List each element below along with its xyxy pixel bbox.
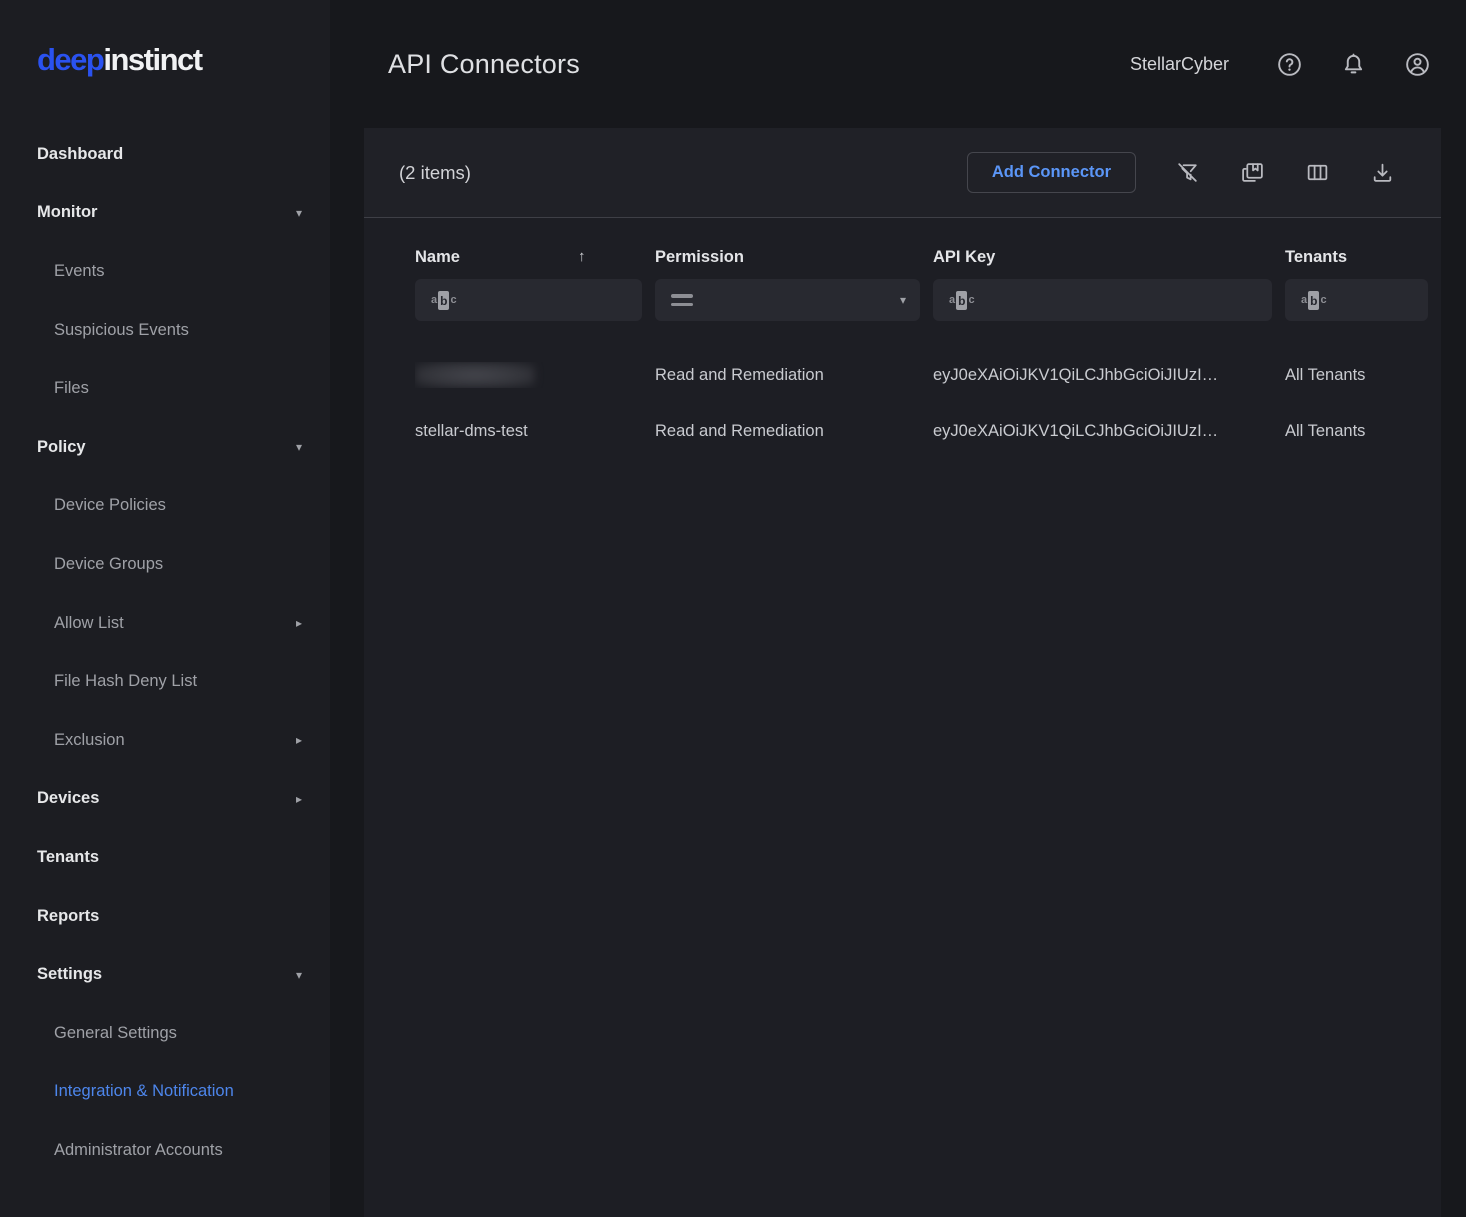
tenant-label[interactable]: StellarCyber: [1130, 54, 1229, 75]
tenants-cell: All Tenants: [1285, 422, 1428, 441]
sidebar-item-label: Devices: [37, 789, 99, 808]
toolbar-actions: Add Connector: [967, 152, 1396, 193]
export-download-icon[interactable]: [1368, 159, 1396, 187]
api-key-cell: eyJ0eXAiOiJKV1QiLCJhbGciOiJIUzI…: [933, 366, 1272, 385]
sidebar-item-devices[interactable]: Devices ▸: [0, 770, 330, 829]
sidebar-item-label: Settings: [37, 965, 102, 984]
api-key-cell: eyJ0eXAiOiJKV1QiLCJhbGciOiJIUzI…: [933, 422, 1272, 441]
sidebar-item-label: Monitor: [37, 203, 97, 222]
sidebar-item-label: Allow List: [54, 614, 124, 633]
column-label: Permission: [655, 248, 744, 267]
table-row[interactable]: stellar-dms-test Read and Remediation ey…: [364, 403, 1441, 459]
sidebar-item-label: Device Policies: [54, 496, 166, 515]
logo-instinct-text: instinct: [103, 42, 201, 77]
deep-instinct-logo: deepinstinct: [37, 42, 330, 78]
top-header: API Connectors StellarCyber: [330, 0, 1466, 128]
main-area: API Connectors StellarCyber: [330, 0, 1466, 1217]
chevron-down-icon: ▾: [296, 969, 302, 981]
column-label: Name: [415, 248, 460, 267]
chevron-down-icon: ▾: [296, 207, 302, 219]
account-icon[interactable]: [1403, 50, 1431, 78]
sort-ascending-icon[interactable]: ↑: [578, 248, 586, 265]
items-count: (2 items): [399, 162, 471, 184]
sidebar-item-label: Exclusion: [54, 731, 125, 750]
sidebar-item-tenants[interactable]: Tenants: [0, 828, 330, 887]
notifications-bell-icon[interactable]: [1339, 50, 1367, 78]
header-actions: StellarCyber: [1130, 50, 1431, 78]
permission-cell: Read and Remediation: [655, 422, 920, 441]
sidebar-item-label: File Hash Deny List: [54, 672, 197, 691]
column-header-api-key[interactable]: API Key: [933, 248, 1272, 267]
chevron-right-icon: ▸: [296, 734, 302, 746]
column-header-tenants[interactable]: Tenants: [1285, 248, 1428, 267]
column-label: API Key: [933, 248, 995, 267]
redacted-name-blur: [415, 362, 535, 388]
clear-filters-icon[interactable]: [1173, 159, 1201, 187]
column-header-name[interactable]: Name ↑: [415, 248, 642, 267]
table-row[interactable]: Read and Remediation eyJ0eXAiOiJKV1QiLCJ…: [364, 347, 1441, 403]
table-filter-row: abc ▾ abc abc: [364, 279, 1441, 321]
text-filter-icon: abc: [431, 291, 457, 310]
name-filter-input[interactable]: abc: [415, 279, 642, 321]
chevron-right-icon: ▸: [296, 617, 302, 629]
connectors-panel: (2 items) Add Connector: [364, 128, 1441, 1217]
sidebar-item-settings[interactable]: Settings ▾: [0, 945, 330, 1004]
sidebar-item-general-settings[interactable]: General Settings: [0, 1004, 330, 1063]
sidebar-item-device-policies[interactable]: Device Policies: [0, 477, 330, 536]
sidebar-item-label: Integration & Notification: [54, 1082, 234, 1101]
sidebar-item-label: Files: [54, 379, 89, 398]
tenants-filter-field[interactable]: [1337, 292, 1414, 309]
permission-cell: Read and Remediation: [655, 366, 920, 385]
text-filter-icon: abc: [949, 291, 975, 310]
grid-toolbar: (2 items) Add Connector: [364, 128, 1441, 218]
name-cell: [415, 362, 642, 388]
sidebar-item-integration-notification[interactable]: Integration & Notification: [0, 1063, 330, 1122]
sidebar-item-label: Policy: [37, 438, 86, 457]
sidebar-item-label: General Settings: [54, 1024, 177, 1043]
table-header-row: Name ↑ Permission API Key Tenants: [364, 238, 1441, 276]
sidebar-item-events[interactable]: Events: [0, 242, 330, 301]
name-cell: stellar-dms-test: [415, 422, 642, 441]
chevron-down-icon: ▾: [296, 441, 302, 453]
sidebar-item-label: Administrator Accounts: [54, 1141, 223, 1160]
sidebar-item-allow-list[interactable]: Allow List ▸: [0, 594, 330, 653]
tenants-filter-input[interactable]: abc: [1285, 279, 1428, 321]
add-connector-button[interactable]: Add Connector: [967, 152, 1136, 193]
sidebar-item-file-hash-deny-list[interactable]: File Hash Deny List: [0, 652, 330, 711]
sidebar-item-files[interactable]: Files: [0, 359, 330, 418]
table-body: Read and Remediation eyJ0eXAiOiJKV1QiLCJ…: [364, 347, 1441, 459]
sidebar-nav: Dashboard Monitor ▾ Events Suspicious Ev…: [0, 125, 330, 1180]
columns-icon[interactable]: [1303, 159, 1331, 187]
logo-deep-text: deep: [37, 42, 103, 77]
sidebar-item-administrator-accounts[interactable]: Administrator Accounts: [0, 1121, 330, 1180]
column-header-permission[interactable]: Permission: [655, 248, 920, 267]
tenants-cell: All Tenants: [1285, 366, 1428, 385]
sidebar-item-label: Dashboard: [37, 145, 123, 164]
name-filter-field[interactable]: [467, 292, 628, 309]
chevron-right-icon: ▸: [296, 793, 302, 805]
sidebar-item-suspicious-events[interactable]: Suspicious Events: [0, 301, 330, 360]
saved-views-icon[interactable]: [1238, 159, 1266, 187]
equals-operator-icon: [671, 294, 693, 306]
sidebar-item-exclusion[interactable]: Exclusion ▸: [0, 711, 330, 770]
permission-filter-select[interactable]: ▾: [655, 279, 920, 321]
sidebar-item-dashboard[interactable]: Dashboard: [0, 125, 330, 184]
column-label: Tenants: [1285, 248, 1347, 267]
sidebar-item-reports[interactable]: Reports: [0, 887, 330, 946]
help-icon[interactable]: [1275, 50, 1303, 78]
sidebar-item-label: Device Groups: [54, 555, 163, 574]
sidebar-item-policy[interactable]: Policy ▾: [0, 418, 330, 477]
page-title: API Connectors: [388, 49, 580, 80]
chevron-down-icon: ▾: [900, 293, 906, 307]
sidebar-item-label: Reports: [37, 907, 99, 926]
sidebar-item-label: Suspicious Events: [54, 321, 189, 340]
sidebar-item-monitor[interactable]: Monitor ▾: [0, 184, 330, 243]
sidebar-item-device-groups[interactable]: Device Groups: [0, 535, 330, 594]
sidebar: deepinstinct Dashboard Monitor ▾ Events …: [0, 0, 330, 1217]
text-filter-icon: abc: [1301, 291, 1327, 310]
sidebar-item-label: Tenants: [37, 848, 99, 867]
api-key-filter-field[interactable]: [985, 292, 1258, 309]
sidebar-item-label: Events: [54, 262, 104, 281]
api-key-filter-input[interactable]: abc: [933, 279, 1272, 321]
